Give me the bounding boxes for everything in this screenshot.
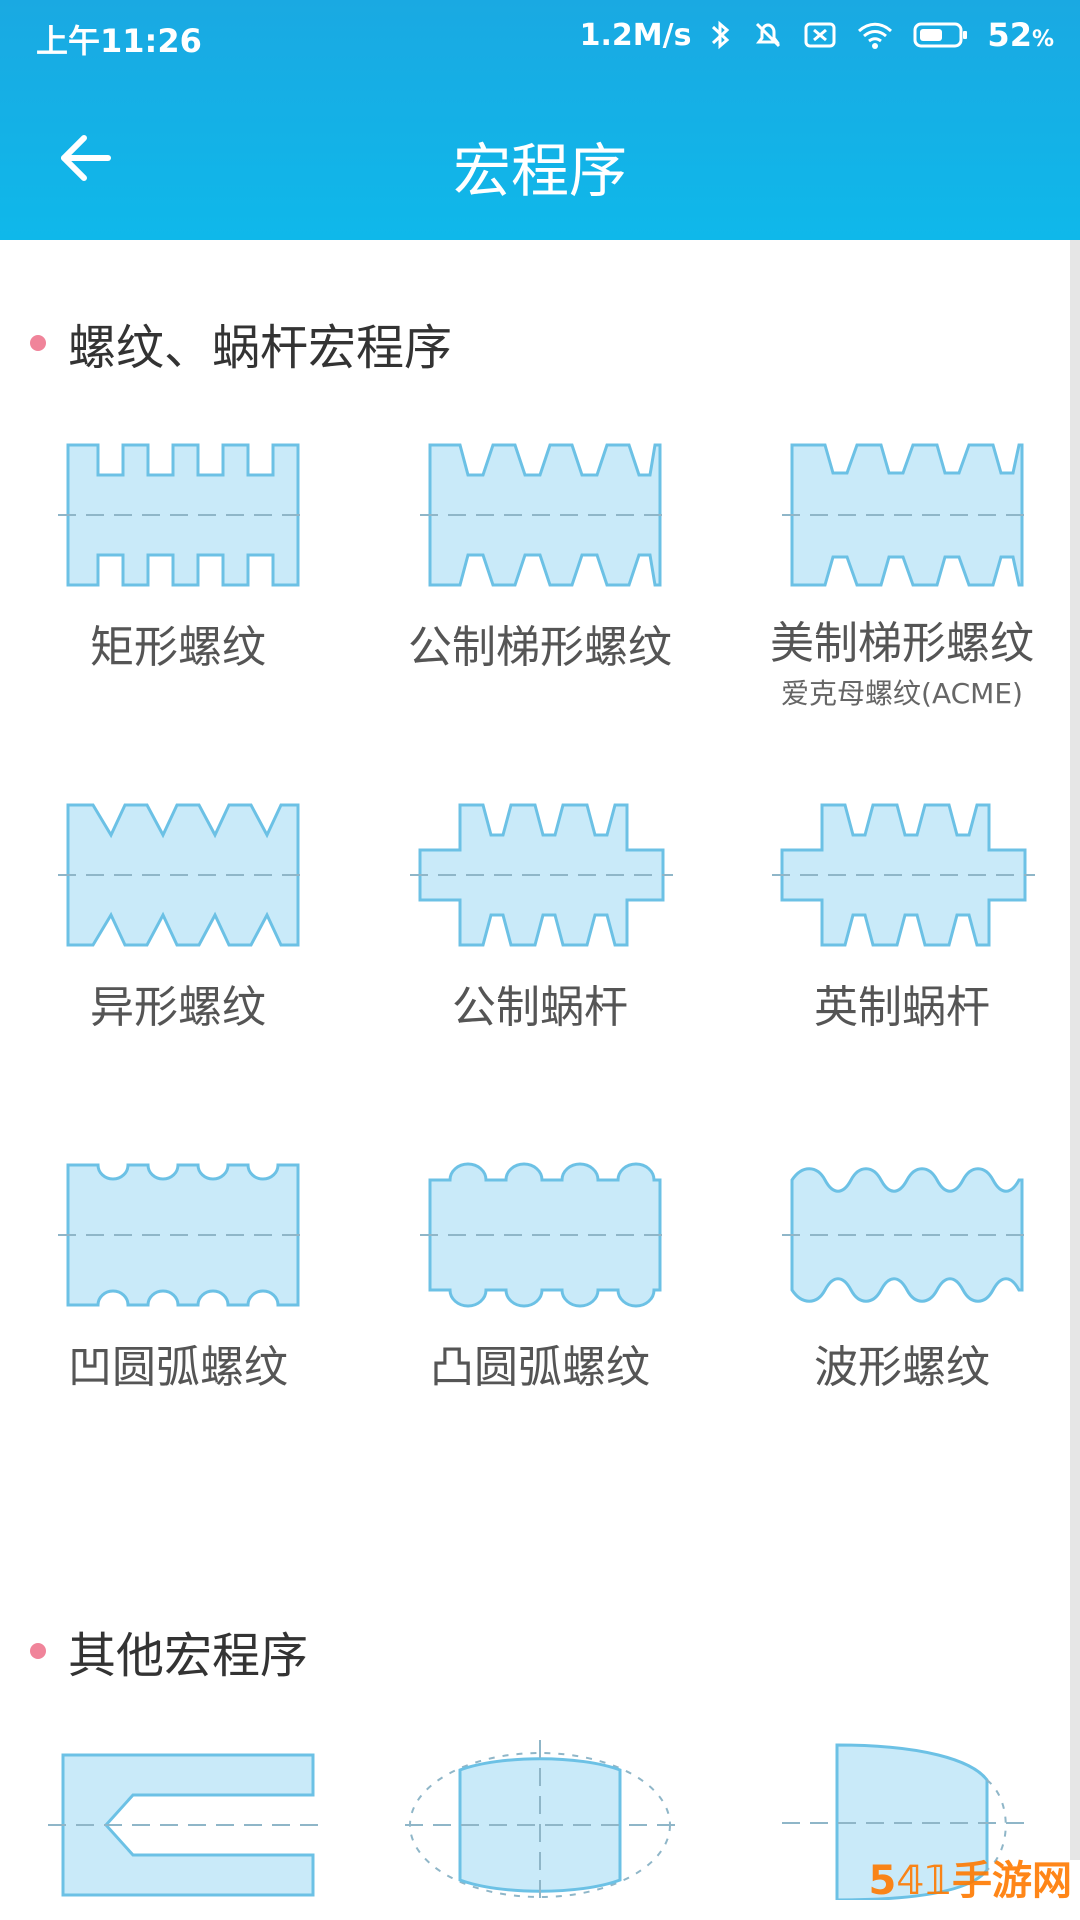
tile-wave-thread[interactable]: 波形螺纹 — [752, 1160, 1052, 1392]
status-time: 上午11:26 — [36, 22, 202, 60]
metric-trapezoidal-thread-icon — [420, 443, 670, 587]
convex-arc-thread-icon — [420, 1162, 670, 1308]
metric-worm-icon — [410, 803, 673, 947]
tile-label: 凹圆弧螺纹 — [68, 1342, 288, 1393]
tile-label: 异形螺纹 — [90, 982, 266, 1033]
tile-rectangular-thread[interactable]: 矩形螺纹 — [28, 440, 328, 672]
concave-arc-thread-icon — [58, 1163, 308, 1307]
battery-icon — [913, 22, 968, 48]
scrollbar[interactable] — [1070, 240, 1080, 1860]
section-dot — [30, 1643, 46, 1659]
special-thread-icon — [58, 803, 308, 947]
tile-groove-shape[interactable] — [28, 1740, 328, 1900]
section-title-thread: 螺纹、蜗杆宏程序 — [30, 308, 452, 378]
bluetooth-icon — [712, 20, 730, 50]
groove-shape-icon — [48, 1753, 318, 1897]
section-dot — [30, 335, 46, 351]
status-icons: 1.2M/s 52% — [580, 16, 1054, 54]
page-title: 宏程序 — [452, 137, 627, 205]
battery-level: 52% — [987, 16, 1054, 54]
rectangular-thread-icon — [58, 443, 308, 587]
tile-label: 美制梯形螺纹 — [770, 618, 1034, 669]
tile-label: 波形螺纹 — [814, 1342, 990, 1393]
wifi-icon — [858, 22, 893, 49]
ellipse-barrel-icon — [405, 1740, 675, 1900]
acme-thread-icon — [782, 443, 1032, 587]
wave-thread-icon — [782, 1167, 1032, 1303]
mute-bell-icon — [756, 22, 781, 48]
tile-label: 凸圆弧螺纹 — [430, 1342, 650, 1393]
section-title-text: 螺纹、蜗杆宏程序 — [68, 320, 453, 376]
tile-imperial-worm[interactable]: 英制蜗杆 — [752, 800, 1052, 1032]
tile-concave-arc-thread[interactable]: 凹圆弧螺纹 — [28, 1160, 328, 1392]
network-speed: 1.2M/s — [579, 17, 692, 53]
tile-label: 英制蜗杆 — [814, 982, 990, 1033]
status-bar: 上午11:26 1.2M/s 52% — [0, 0, 1080, 70]
tile-special-thread[interactable]: 异形螺纹 — [28, 800, 328, 1032]
app-bar: 上午11:26 1.2M/s 52% 宏程序 — [0, 0, 1080, 240]
no-sim-icon — [804, 22, 836, 48]
tile-label: 公制梯形螺纹 — [408, 622, 672, 673]
tile-acme-thread[interactable]: 美制梯形螺纹 爱克母螺纹(ACME) — [752, 440, 1052, 712]
tile-label: 矩形螺纹 — [90, 622, 266, 673]
section-title-text: 其他宏程序 — [68, 1628, 309, 1684]
tile-metric-worm[interactable]: 公制蜗杆 — [390, 800, 690, 1032]
imperial-worm-icon — [772, 803, 1035, 947]
tile-convex-arc-thread[interactable]: 凸圆弧螺纹 — [390, 1160, 690, 1392]
tile-metric-trapezoidal-thread[interactable]: 公制梯形螺纹 — [390, 440, 690, 672]
section-title-other: 其他宏程序 — [30, 1616, 308, 1686]
tile-sublabel: 爱克母螺纹(ACME) — [781, 677, 1023, 711]
tile-ellipse-barrel[interactable] — [390, 1740, 690, 1900]
tile-label: 公制蜗杆 — [452, 982, 628, 1033]
watermark-logo: 5𝟜𝟙手游网 — [868, 1858, 1073, 1904]
